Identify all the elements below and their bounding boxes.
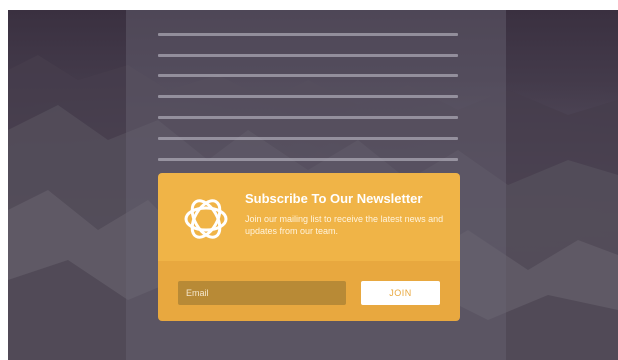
placeholder-text-line xyxy=(158,116,458,119)
newsletter-description: Join our mailing list to receive the lat… xyxy=(245,214,444,236)
placeholder-text-line xyxy=(158,74,458,77)
newsletter-title: Subscribe To Our Newsletter xyxy=(245,191,423,206)
placeholder-text-line xyxy=(158,33,458,36)
interlocking-rings-logo-icon xyxy=(184,199,228,239)
join-button[interactable]: JOIN xyxy=(361,281,440,305)
newsletter-header: Subscribe To Our Newsletter Join our mai… xyxy=(158,173,460,261)
placeholder-text-line xyxy=(158,54,458,57)
placeholder-text-line xyxy=(158,137,458,140)
placeholder-text-line xyxy=(158,95,458,98)
newsletter-subscribe-card: Subscribe To Our Newsletter Join our mai… xyxy=(158,173,460,321)
email-input[interactable] xyxy=(178,281,346,305)
placeholder-text-line xyxy=(158,158,458,161)
